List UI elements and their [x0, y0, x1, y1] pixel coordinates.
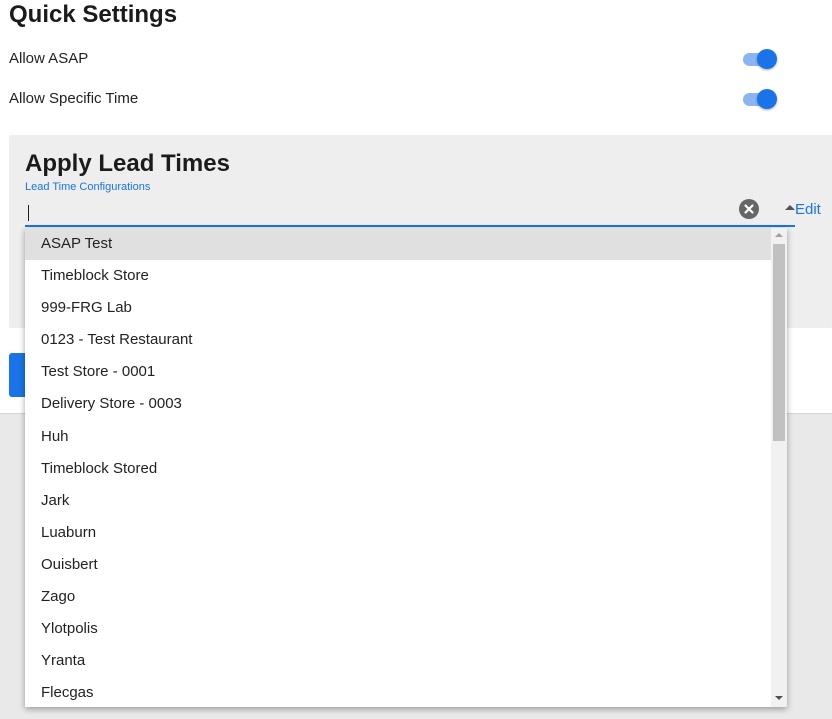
lead-time-config-dropdown[interactable]: ASAP Test Timeblock Store 999-FRG Lab 01…: [25, 228, 787, 707]
lead-times-title: Apply Lead Times: [25, 150, 230, 177]
text-caret: [28, 205, 29, 221]
edit-link[interactable]: Edit: [795, 201, 821, 218]
dropdown-option[interactable]: 999-FRG Lab: [25, 292, 771, 324]
clear-circle-icon[interactable]: [739, 199, 759, 219]
dropdown-options-list: ASAP Test Timeblock Store 999-FRG Lab 01…: [25, 228, 771, 707]
lead-time-config-input[interactable]: [25, 199, 795, 227]
dropdown-option[interactable]: Huh: [25, 421, 771, 453]
scroll-up-arrow-icon[interactable]: [775, 233, 783, 237]
dropdown-option[interactable]: Luaburn: [25, 517, 771, 549]
quick-settings-title: Quick Settings: [9, 1, 178, 28]
dropdown-option[interactable]: Timeblock Store: [25, 260, 771, 292]
dropdown-option[interactable]: Ouisbert: [25, 549, 771, 581]
scroll-down-arrow-icon[interactable]: [775, 696, 783, 700]
dropdown-option[interactable]: ASAP Test: [25, 228, 771, 261]
toggle-thumb: [757, 49, 777, 69]
dropdown-scrollbar[interactable]: [771, 228, 787, 707]
allow-specific-time-toggle[interactable]: [743, 88, 777, 110]
dropdown-option[interactable]: 0123 - Test Restaurant: [25, 324, 771, 356]
caret-up-icon[interactable]: [785, 205, 795, 210]
dropdown-option[interactable]: Test Store - 0001: [25, 356, 771, 388]
dropdown-option[interactable]: Zago: [25, 581, 771, 613]
dropdown-option[interactable]: Jark: [25, 485, 771, 517]
dropdown-option[interactable]: Timeblock Stored: [25, 453, 771, 485]
allow-asap-toggle[interactable]: [743, 48, 777, 70]
dropdown-option[interactable]: Delivery Store - 0003: [25, 388, 771, 420]
toggle-thumb: [757, 89, 777, 109]
dropdown-option[interactable]: Yranta: [25, 645, 771, 677]
allow-asap-label: Allow ASAP: [9, 50, 89, 67]
allow-specific-time-label: Allow Specific Time: [9, 90, 139, 107]
dropdown-option[interactable]: Ylotpolis: [25, 613, 771, 645]
dropdown-option[interactable]: Flecgas: [25, 677, 771, 707]
lead-time-config-label: Lead Time Configurations: [25, 181, 151, 193]
scrollbar-thumb[interactable]: [773, 244, 785, 441]
